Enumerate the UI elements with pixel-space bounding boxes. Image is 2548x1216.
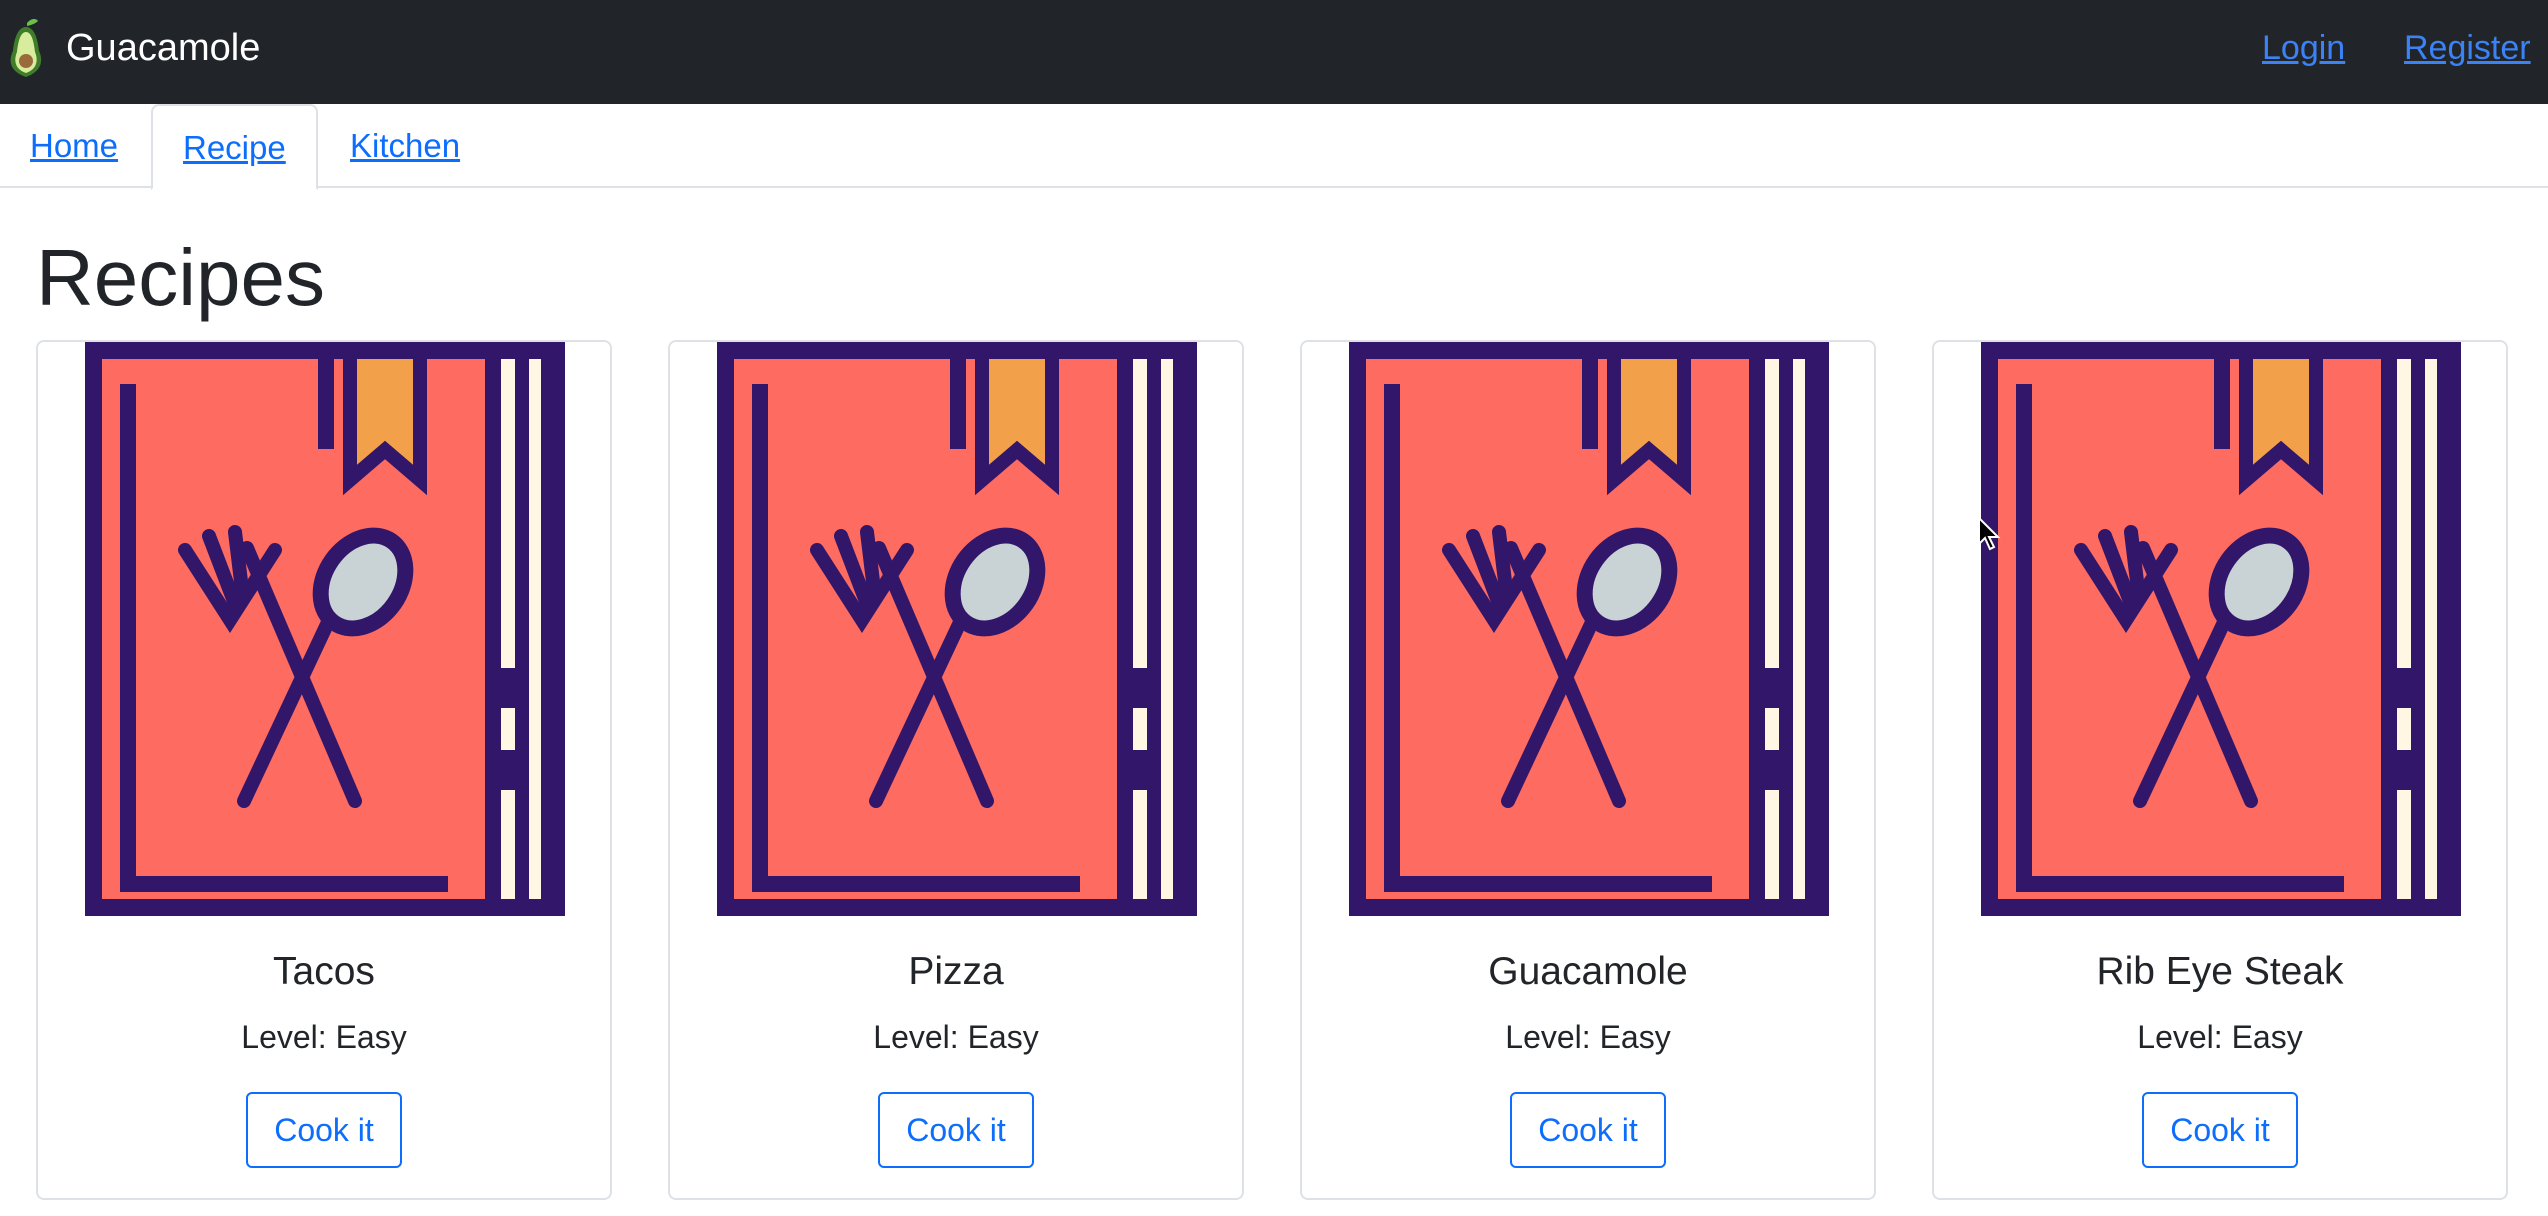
recipe-book-icon [717, 342, 1197, 916]
brand-name[interactable]: Guacamole [66, 22, 260, 74]
recipe-level: Level: Easy [873, 1019, 1039, 1055]
tab-recipe[interactable]: Recipe [151, 104, 318, 190]
cook-it-button[interactable]: Cook it [246, 1092, 402, 1168]
mouse-cursor-icon [1978, 516, 2001, 551]
recipe-level: Level: Easy [1505, 1019, 1671, 1055]
top-navbar: Guacamole Login Register [0, 0, 2548, 104]
recipe-book-icon [1981, 342, 2461, 916]
page-title: Recipes [36, 233, 326, 322]
recipe-name: Guacamole [1488, 950, 1688, 993]
recipe-name: Rib Eye Steak [2096, 950, 2344, 993]
nav-tabs: Home Recipe Kitchen [0, 104, 2548, 190]
recipe-card-pizza: Pizza Level: Easy Cook it [668, 340, 1244, 1200]
recipe-book-icon [85, 342, 565, 916]
login-link[interactable]: Login [2262, 24, 2345, 72]
recipe-card-tacos: Tacos Level: Easy Cook it [36, 340, 612, 1200]
recipe-level: Level: Easy [241, 1019, 407, 1055]
recipe-name: Pizza [908, 950, 1004, 993]
cook-it-button[interactable]: Cook it [1510, 1092, 1666, 1168]
cook-it-button[interactable]: Cook it [878, 1092, 1034, 1168]
recipe-level: Level: Easy [2137, 1019, 2303, 1055]
recipe-name: Tacos [273, 950, 375, 993]
recipe-card-rib-eye-steak: Rib Eye Steak Level: Easy Cook it [1932, 340, 2508, 1200]
cook-it-button[interactable]: Cook it [2142, 1092, 2298, 1168]
tab-kitchen[interactable]: Kitchen [320, 104, 490, 188]
recipe-card-guacamole: Guacamole Level: Easy Cook it [1300, 340, 1876, 1200]
recipe-book-icon [1349, 342, 1829, 916]
avocado-icon[interactable] [5, 17, 47, 81]
register-link[interactable]: Register [2404, 24, 2531, 72]
tab-home[interactable]: Home [0, 104, 148, 188]
